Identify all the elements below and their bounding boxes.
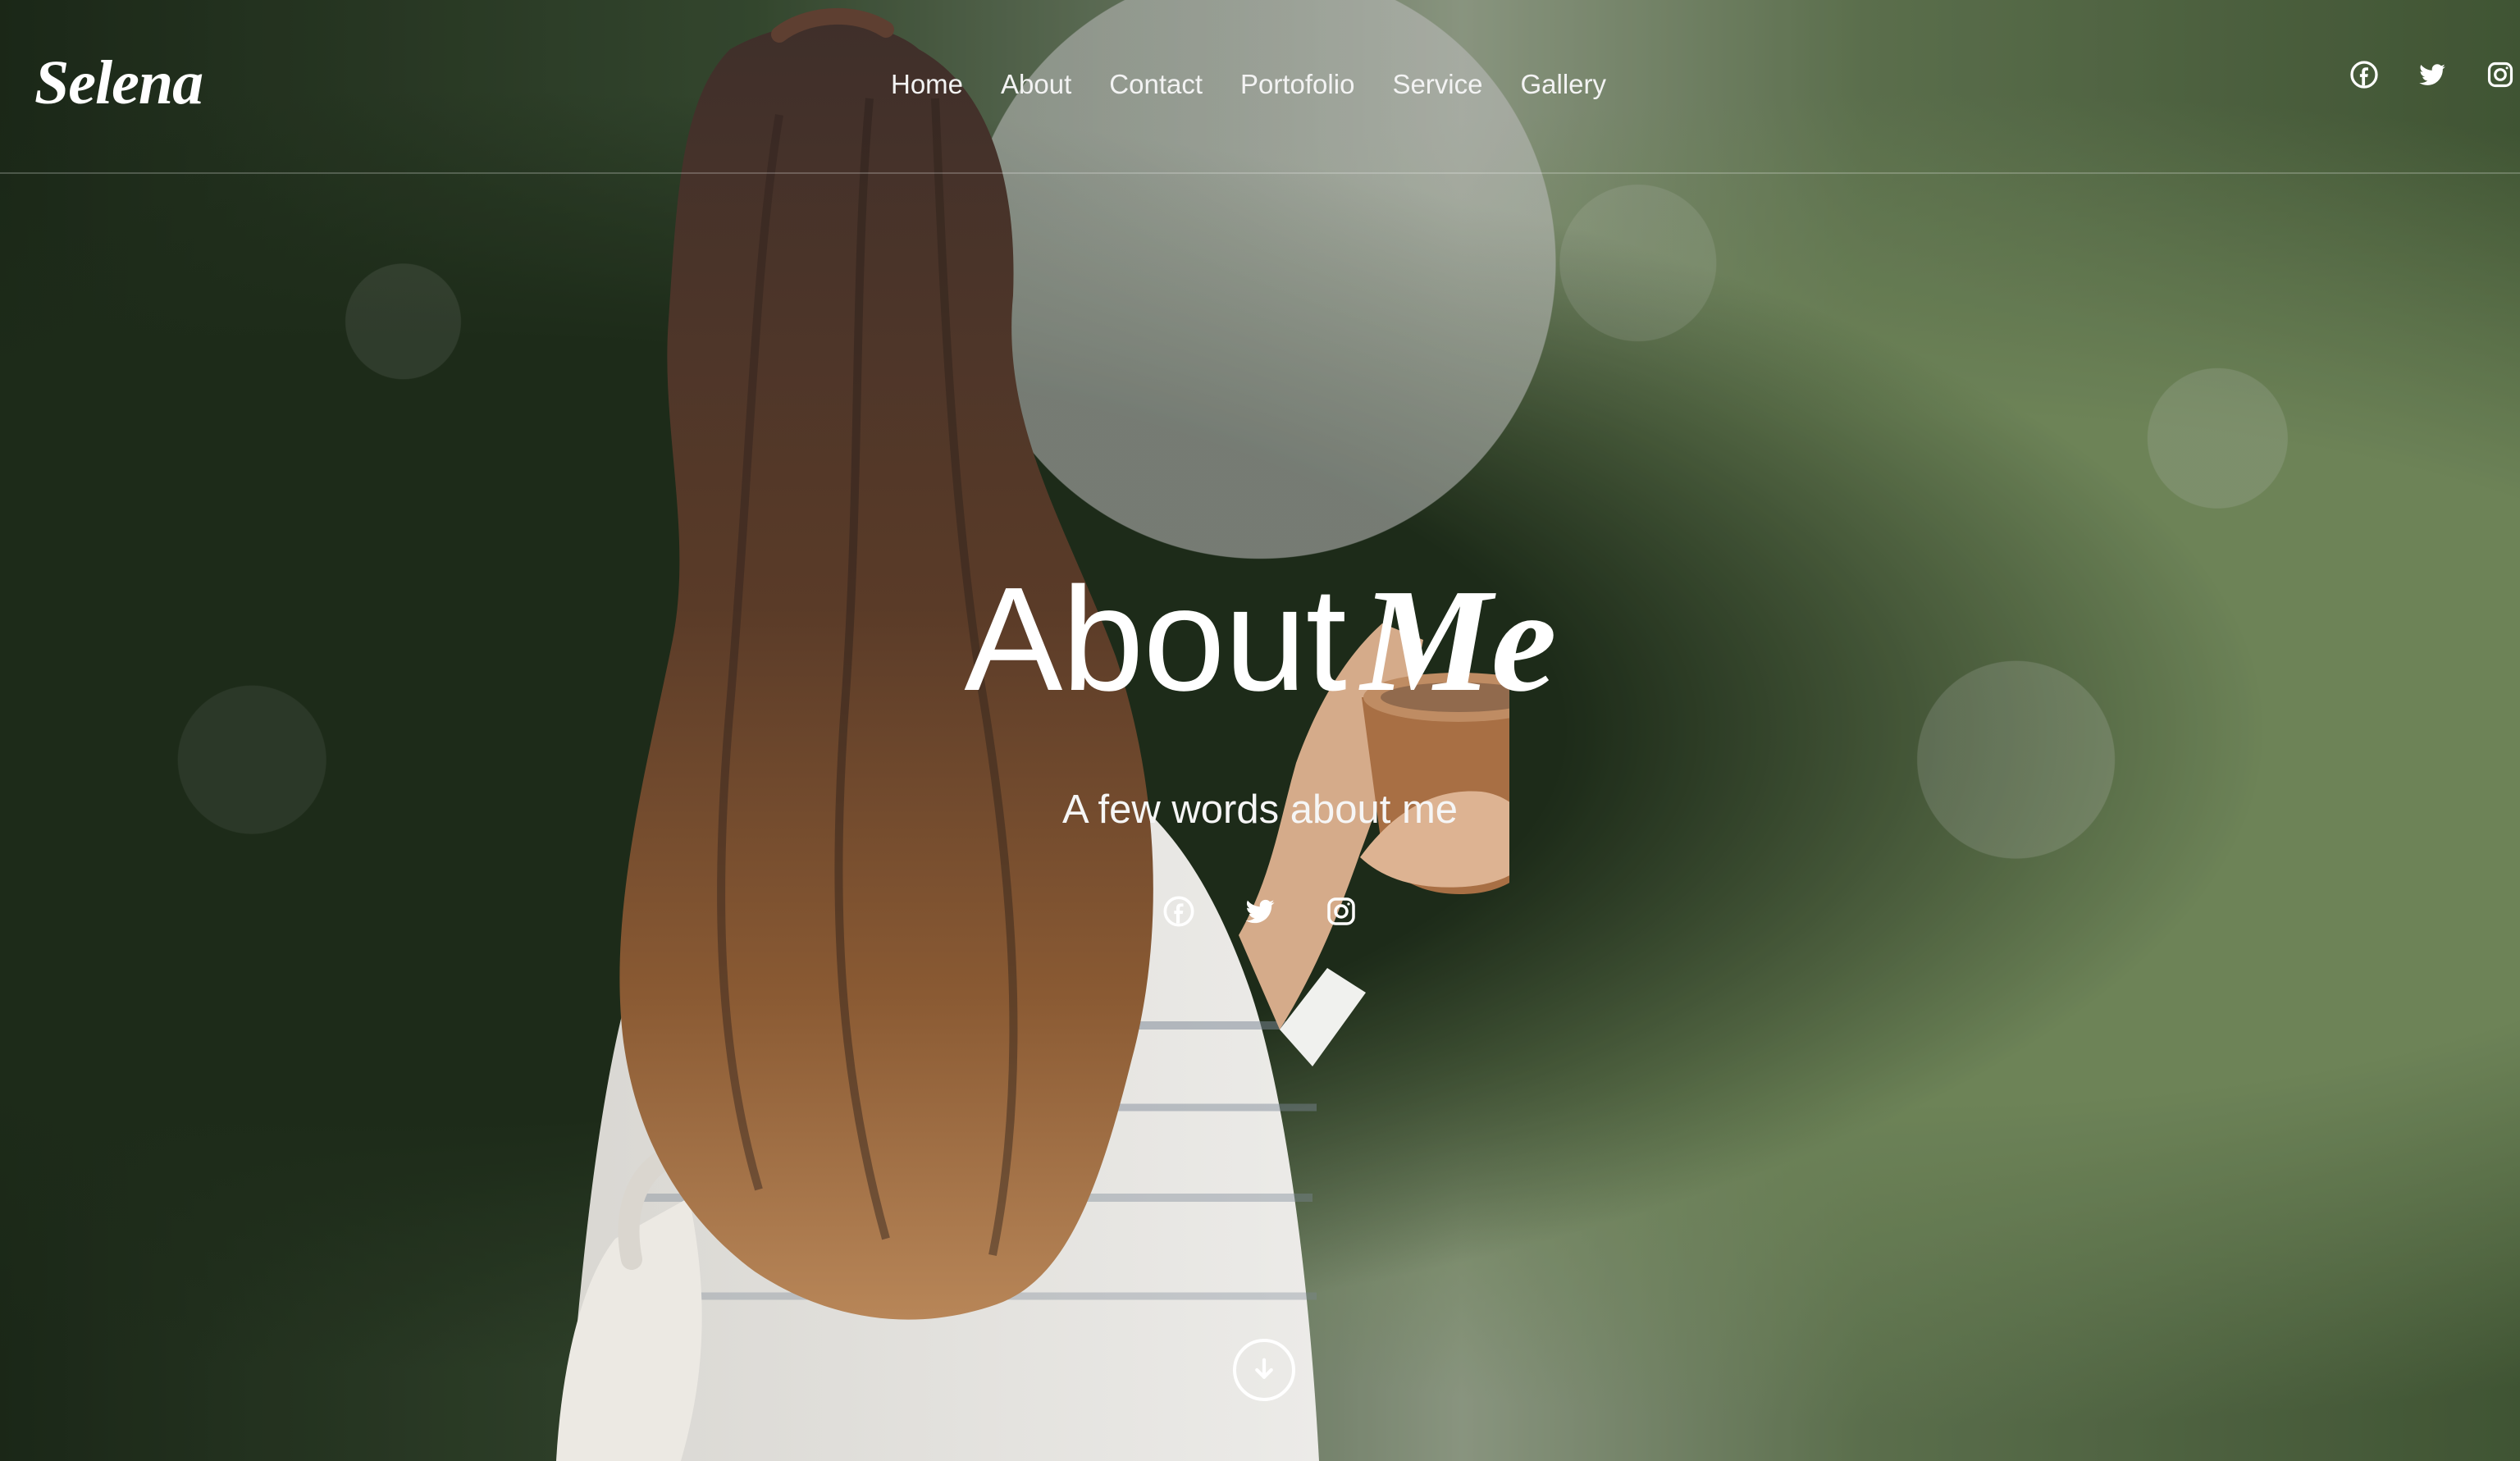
- main-menu: Home About Contact Portofolio Service Ga…: [891, 69, 1606, 100]
- twitter-icon[interactable]: [2417, 59, 2448, 90]
- arrow-down-circle-icon: [1247, 1353, 1281, 1387]
- facebook-icon[interactable]: [1162, 894, 1195, 929]
- hero-social-links: [0, 894, 2520, 929]
- nav-item-home[interactable]: Home: [891, 69, 963, 100]
- hero-title-primary: About: [964, 557, 1346, 722]
- hero-section: Selena Home About Contact Portofolio Ser…: [0, 0, 2520, 1461]
- nav-item-service[interactable]: Service: [1392, 69, 1482, 100]
- hero-subtitle: A few words about me: [1061, 788, 1459, 832]
- nav-item-contact[interactable]: Contact: [1109, 69, 1203, 100]
- hero-content: About Me A few words about me: [0, 566, 2520, 929]
- nav-item-about[interactable]: About: [1001, 69, 1071, 100]
- instagram-icon[interactable]: [2486, 59, 2515, 90]
- hero-title-accent: Me: [1360, 559, 1557, 722]
- facebook-icon[interactable]: [2349, 59, 2379, 90]
- instagram-icon[interactable]: [1325, 894, 1358, 929]
- site-logo[interactable]: Selena: [34, 48, 203, 119]
- scroll-down-button[interactable]: [1233, 1339, 1295, 1401]
- nav-item-gallery[interactable]: Gallery: [1520, 69, 1606, 100]
- header-social-links: [2349, 59, 2515, 90]
- hero-title: About Me: [0, 566, 2520, 715]
- nav-item-portofolio[interactable]: Portofolio: [1240, 69, 1354, 100]
- top-navigation: Selena Home About Contact Portofolio Ser…: [0, 0, 2520, 174]
- twitter-icon[interactable]: [1243, 894, 1277, 929]
